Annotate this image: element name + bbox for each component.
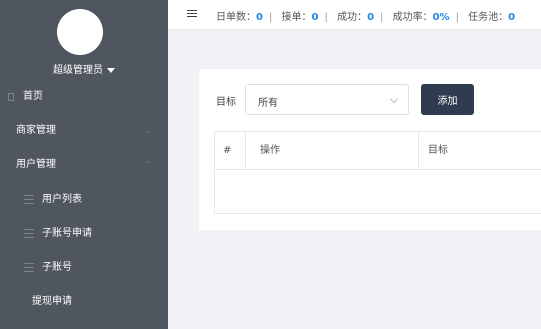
stat-label: 日单数：	[216, 12, 256, 23]
target-select-value: 所有	[258, 98, 278, 109]
chevron-down-icon	[389, 94, 399, 104]
list-icon	[24, 195, 34, 205]
column-header-action: 操作	[260, 145, 280, 156]
sidebar-item-label: 子账号申请	[42, 228, 92, 239]
target-select[interactable]: 所有	[245, 84, 409, 115]
top-bar: 日单数：0 | 接单：0 | 成功：0 | 成功率：0% | 任务池：0	[168, 0, 541, 30]
stat-value: 0	[311, 12, 319, 23]
column-divider	[418, 132, 419, 169]
sidebar-item-merchant[interactable]: 商家管理 ⌄	[0, 121, 168, 141]
table-header: # 操作 目标	[215, 132, 541, 170]
sidebar-item-label: 用户管理	[16, 159, 56, 170]
data-table: # 操作 目标	[214, 131, 541, 214]
user-menu[interactable]: 超级管理员	[0, 61, 168, 76]
stats-bar: 日单数：0 | 接单：0 | 成功：0 | 成功率：0% | 任务池：0	[216, 12, 516, 23]
stat-label: 成功：	[337, 12, 368, 23]
list-icon	[24, 229, 34, 239]
home-icon	[8, 93, 14, 101]
sidebar-item-label: 商家管理	[16, 125, 56, 136]
sidebar-item-user-management[interactable]: 用户管理 ⌃	[0, 155, 168, 175]
stat-value: 0	[256, 12, 263, 23]
sidebar-item-label: 首页	[23, 91, 43, 102]
sidebar: 超级管理员 首页 商家管理 ⌄ 用户管理 ⌃ 用户列表 子账号申请 子账号 提现…	[0, 0, 168, 329]
sidebar-item-label: 提现申请	[32, 296, 72, 307]
sidebar-item-subaccount-apply[interactable]: 子账号申请	[0, 224, 168, 244]
stat-value: 0%	[432, 12, 450, 23]
sidebar-item-label: 子账号	[42, 262, 72, 273]
target-label: 目标	[216, 97, 236, 108]
stat-label: 接单：	[281, 12, 312, 23]
list-icon	[24, 263, 34, 273]
chevron-up-icon: ⌃	[145, 160, 152, 169]
column-header-target: 目标	[428, 145, 448, 156]
sidebar-item-subaccount[interactable]: 子账号	[0, 258, 168, 278]
stat-label: 成功率：	[392, 12, 433, 23]
sidebar-item-user-list[interactable]: 用户列表	[0, 190, 168, 210]
add-button[interactable]: 添加	[421, 84, 474, 115]
avatar[interactable]	[57, 9, 103, 55]
stat-value: 0	[508, 12, 516, 23]
menu-toggle-icon[interactable]	[187, 10, 197, 18]
caret-down-icon	[107, 67, 115, 73]
stat-value: 0	[367, 12, 375, 23]
column-header-index: #	[223, 145, 232, 156]
column-divider	[245, 132, 246, 169]
stat-label: 任务池：	[468, 12, 509, 23]
sidebar-item-label: 用户列表	[42, 194, 82, 205]
username: 超级管理员	[53, 65, 103, 76]
content-card: 目标 所有 添加 # 操作 目标	[199, 69, 541, 230]
sidebar-item-home[interactable]: 首页	[0, 87, 168, 107]
sidebar-item-withdraw[interactable]: 提现申请	[0, 292, 168, 312]
chevron-down-icon: ⌄	[145, 126, 152, 135]
